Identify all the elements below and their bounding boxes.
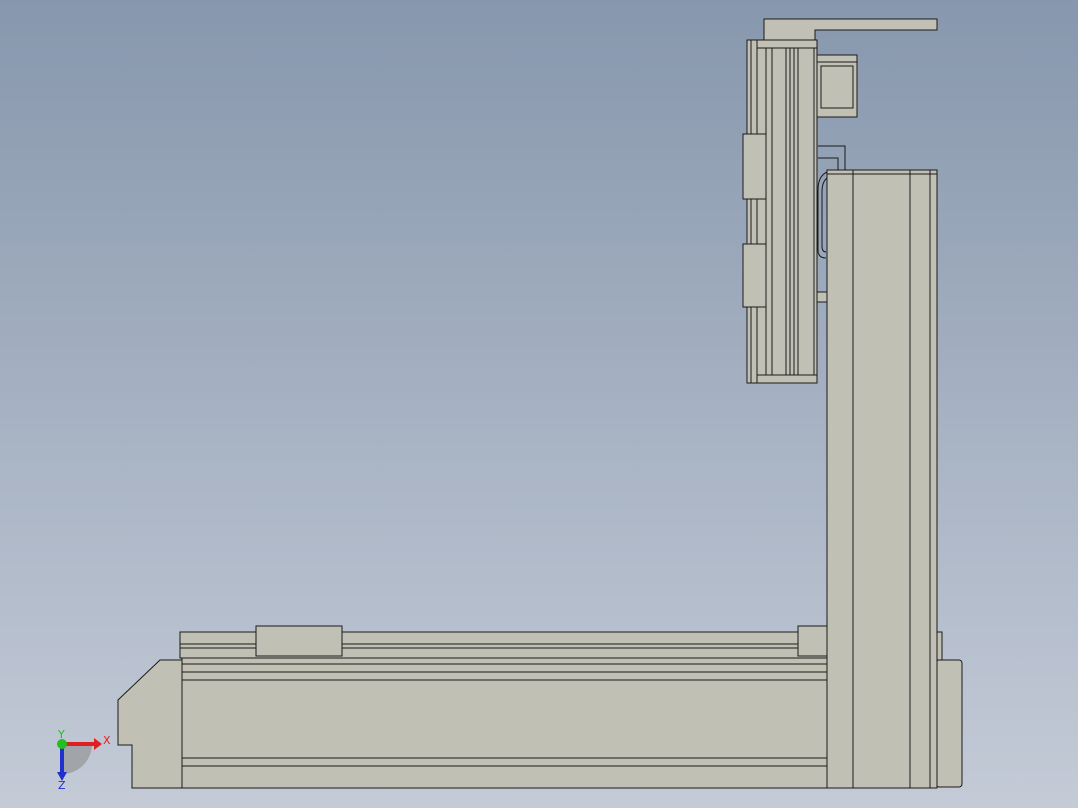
horizontal-motor-block (935, 659, 963, 788)
column-bracket (818, 145, 846, 170)
vertical-column (826, 169, 938, 789)
horizontal-end-cap (117, 659, 183, 789)
vertical-axis-module[interactable] (816, 145, 938, 789)
upper-pad-bottom[interactable] (742, 243, 767, 308)
z-axis-label: Z (58, 779, 66, 792)
top-mounting-plate (763, 18, 938, 41)
horizontal-carriage-right[interactable] (797, 625, 831, 657)
x-axis-label: X (103, 734, 111, 747)
triad-background-arc (62, 744, 92, 774)
coordinate-triad: X Y Z (57, 728, 111, 792)
model-view[interactable]: X Y Z (0, 0, 1078, 808)
horizontal-carriage-left[interactable] (255, 625, 343, 657)
x-axis-arrowhead (94, 738, 102, 750)
horizontal-profile (181, 657, 833, 789)
y-axis-label: Y (57, 728, 65, 741)
upper-pad-top[interactable] (742, 133, 767, 200)
cad-viewport[interactable]: X Y Z (0, 0, 1078, 808)
column-connector (816, 291, 828, 303)
